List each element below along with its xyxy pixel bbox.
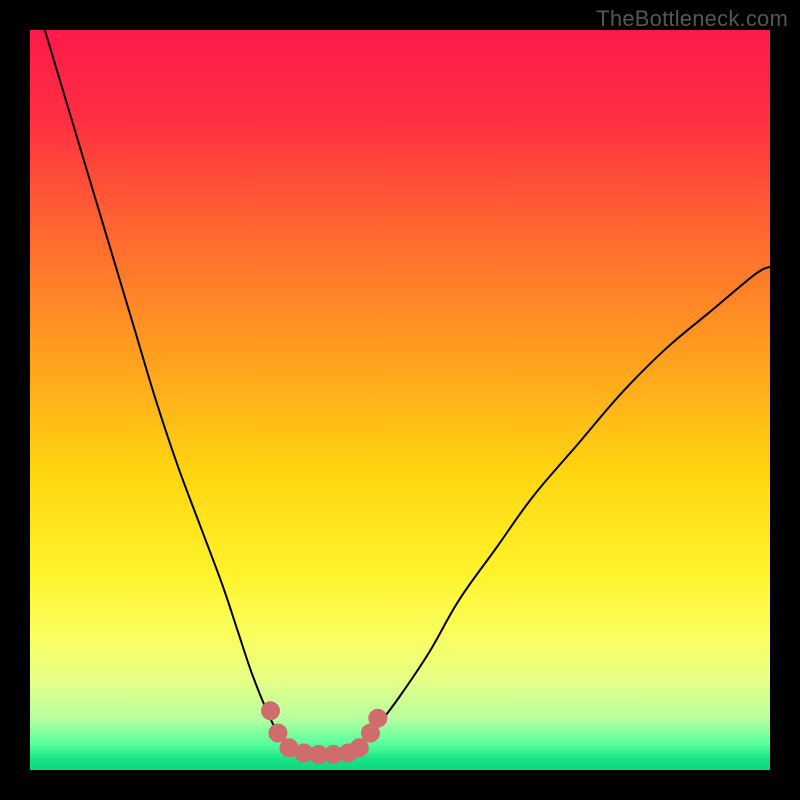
- curve-marker: [262, 702, 280, 720]
- curve-marker: [350, 739, 368, 757]
- plot-area: [30, 30, 770, 770]
- chart-frame: TheBottleneck.com: [0, 0, 800, 800]
- bottleneck-curve: [30, 30, 770, 770]
- curve-markers: [262, 702, 387, 764]
- watermark-text: TheBottleneck.com: [596, 6, 788, 32]
- curve-line: [45, 30, 770, 755]
- curve-marker: [369, 709, 387, 727]
- curve-marker: [269, 724, 287, 742]
